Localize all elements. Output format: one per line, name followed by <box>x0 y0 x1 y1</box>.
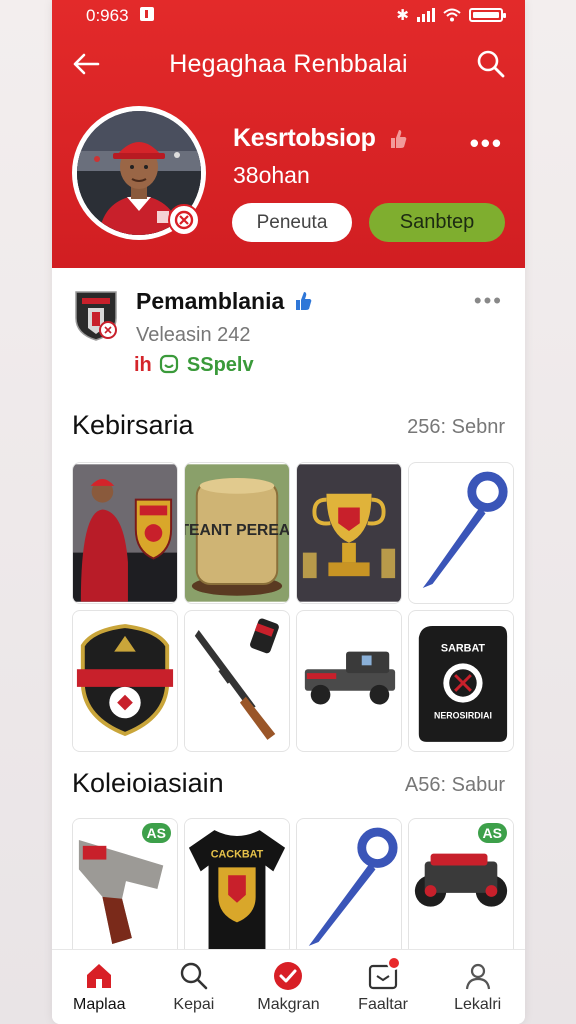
nav-center[interactable]: Makgran <box>241 950 336 1024</box>
team-name: Pemamblania <box>136 288 285 314</box>
nav-label: Makgran <box>257 996 320 1013</box>
blue-tool-image <box>409 464 513 602</box>
verified-thumb-icon <box>296 292 312 310</box>
section-title: Kebirsaria <box>72 410 194 440</box>
nav-profile[interactable]: Lekalri <box>430 950 525 1024</box>
rifle-image <box>185 612 289 750</box>
person-icon <box>465 963 490 990</box>
nav-search[interactable]: Kepai <box>147 950 242 1024</box>
bag-label-top: SARBAT <box>441 643 486 655</box>
search-button[interactable] <box>475 48 507 80</box>
nav-label: Maplaa <box>73 996 126 1013</box>
item-grid: AS CACKBAT AS <box>72 818 514 960</box>
tag-right: SSpelv <box>186 354 254 376</box>
jar-label: TEANT PEREAI <box>185 522 289 539</box>
section-title: Koleioiasiain <box>72 768 224 798</box>
more-options-icon[interactable]: ••• <box>474 288 503 314</box>
thumbs-up-icon <box>391 130 407 148</box>
black-bag-image: SARBAT NEROSIRDIAI <box>409 612 513 750</box>
search-icon <box>180 962 208 990</box>
grid-item[interactable] <box>72 610 178 752</box>
profile-subtitle: 38ohan <box>233 162 310 188</box>
check-circle-icon <box>274 962 303 990</box>
wifi-icon <box>443 8 461 22</box>
profile-header: 0:963 ✱ Hegaghaa Renbbalai Kesrtobsiop 3… <box>52 0 525 268</box>
nav-label: Faaltar <box>358 996 408 1013</box>
smile-icon <box>159 354 179 380</box>
home-icon <box>87 964 112 988</box>
search-icon <box>477 50 505 78</box>
notification-dot <box>387 956 402 970</box>
team-level: Veleasin 242 <box>136 324 251 346</box>
status-icons: ✱ <box>396 6 506 24</box>
grid-item[interactable] <box>72 462 178 604</box>
black-tshirt-image: CACKBAT <box>185 820 289 958</box>
team-crest-image <box>73 612 177 750</box>
trophy-image <box>297 464 401 602</box>
shirt-label: CACKBAT <box>211 849 264 861</box>
secondary-action-button[interactable]: Sanbtep <box>369 203 505 242</box>
status-bar: 0:963 ✱ <box>52 0 525 32</box>
page-title: Hegaghaa Renbbalai <box>169 50 408 78</box>
battery-icon <box>469 8 506 22</box>
notification-icon <box>140 7 154 21</box>
grid-item[interactable] <box>408 462 514 604</box>
grid-item[interactable]: AS <box>408 818 514 960</box>
grid-item[interactable]: TEANT PEREAI <box>184 462 290 604</box>
nav-label: Kepai <box>173 996 215 1013</box>
blue-tool-image <box>297 820 401 958</box>
grid-item[interactable] <box>296 610 402 752</box>
as-badge: AS <box>141 823 171 843</box>
team-card[interactable]: Pemamblania Veleasin 242 ih SSpelv ••• <box>52 268 525 388</box>
profile-name: Kesrtobsiop <box>233 124 376 152</box>
section-count[interactable]: 256: Sebnr <box>407 416 505 439</box>
grid-item[interactable] <box>296 462 402 604</box>
team-tags: ih SSpelv <box>134 354 254 380</box>
gold-jar-image: TEANT PEREAI <box>185 464 289 602</box>
item-grid: TEANT PEREAI SARBAT NEROSIRDIAI <box>72 462 514 752</box>
grid-item[interactable] <box>184 610 290 752</box>
status-time: 0:963 <box>86 6 129 25</box>
as-badge: AS <box>477 823 507 843</box>
tag-left: ih <box>134 354 152 376</box>
grid-item[interactable]: CACKBAT <box>184 818 290 960</box>
nav-inbox[interactable]: Faaltar <box>336 950 431 1024</box>
nav-label: Lekalri <box>454 996 502 1013</box>
camera-badge-icon[interactable] <box>168 204 200 236</box>
grid-item[interactable]: SARBAT NEROSIRDIAI <box>408 610 514 752</box>
bluetooth-icon: ✱ <box>396 7 409 24</box>
player-with-shield-image <box>73 464 177 602</box>
team-logo-icon <box>75 291 117 341</box>
nav-home[interactable]: Maplaa <box>52 950 147 1024</box>
grid-item[interactable]: AS <box>72 818 178 960</box>
app-screen: 0:963 ✱ Hegaghaa Renbbalai Kesrtobsiop 3… <box>52 0 525 1024</box>
grid-item[interactable] <box>296 818 402 960</box>
bottom-navigation: Maplaa Kepai Makgran Faaltar Lekalri <box>52 949 525 1024</box>
more-options-icon[interactable]: ••• <box>470 128 503 159</box>
primary-action-button[interactable]: Peneuta <box>232 203 352 242</box>
section-count[interactable]: A56: Sabur <box>405 774 505 797</box>
bag-label-bottom: NEROSIRDIAI <box>434 710 492 720</box>
toy-truck-image <box>297 612 401 750</box>
signal-icon <box>417 8 435 22</box>
